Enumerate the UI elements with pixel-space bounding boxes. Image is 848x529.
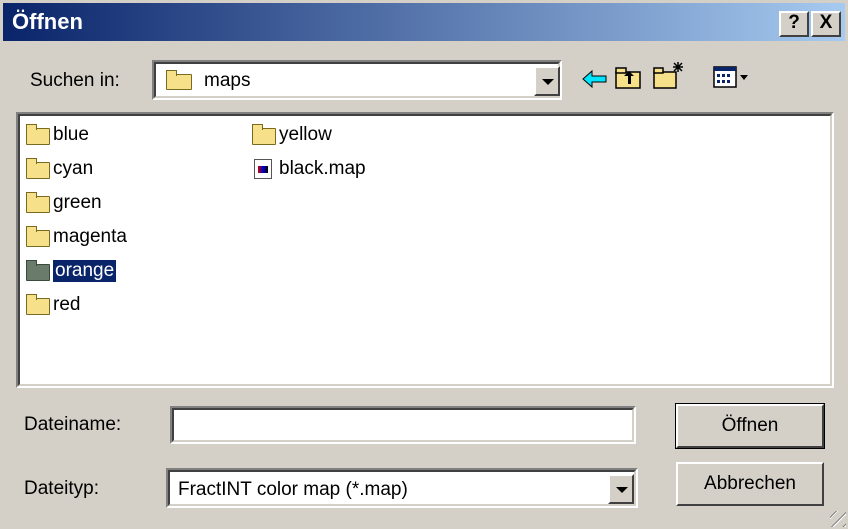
help-button[interactable]: ? xyxy=(779,11,809,37)
list-item[interactable]: green xyxy=(24,190,102,216)
folder-icon xyxy=(24,192,50,214)
filetype-label: Dateityp: xyxy=(24,478,99,499)
close-button[interactable]: X xyxy=(811,11,841,37)
dialog-title: Öffnen xyxy=(12,9,83,34)
filename-field[interactable] xyxy=(170,406,636,444)
folder-icon xyxy=(24,294,50,316)
look-in-label: Suchen in: xyxy=(30,70,120,91)
folder-open-icon xyxy=(166,70,194,90)
look-in-value: maps xyxy=(204,70,251,91)
open-button[interactable]: Öffnen xyxy=(675,403,825,449)
filetype-select[interactable]: FractINT color map (*.map) xyxy=(166,468,638,508)
folder-icon xyxy=(250,124,276,146)
folder-icon xyxy=(24,124,50,146)
folder-icon xyxy=(24,158,50,180)
filename-label: Dateiname: xyxy=(24,414,122,435)
up-folder-icon[interactable] xyxy=(614,64,644,92)
list-item[interactable]: yellow xyxy=(250,122,332,148)
filetype-dropdown-button[interactable] xyxy=(608,474,634,504)
resize-grip[interactable] xyxy=(830,511,846,527)
new-folder-icon[interactable] xyxy=(652,60,686,92)
look-in-combo[interactable]: maps xyxy=(152,60,562,100)
list-item[interactable]: red xyxy=(24,292,80,318)
open-dialog: Öffnen ? X Suchen in: maps blue cyan gre… xyxy=(0,0,848,529)
list-item[interactable]: cyan xyxy=(24,156,93,182)
folder-icon xyxy=(24,260,50,282)
view-menu-icon[interactable] xyxy=(712,64,752,92)
filetype-value: FractINT color map (*.map) xyxy=(178,479,408,500)
file-list[interactable]: blue cyan green magenta orange red yello… xyxy=(16,112,834,388)
map-file-icon xyxy=(250,158,276,180)
title-bar[interactable]: Öffnen ? X xyxy=(3,3,845,41)
cancel-button[interactable]: Abbrechen xyxy=(676,462,824,506)
folder-icon xyxy=(24,226,50,248)
list-item[interactable]: magenta xyxy=(24,224,127,250)
list-item[interactable]: blue xyxy=(24,122,89,148)
back-arrow-icon[interactable] xyxy=(580,66,610,92)
list-item-selected[interactable]: orange xyxy=(24,258,117,284)
list-item[interactable]: black.map xyxy=(250,156,366,182)
look-in-dropdown-button[interactable] xyxy=(534,66,560,96)
